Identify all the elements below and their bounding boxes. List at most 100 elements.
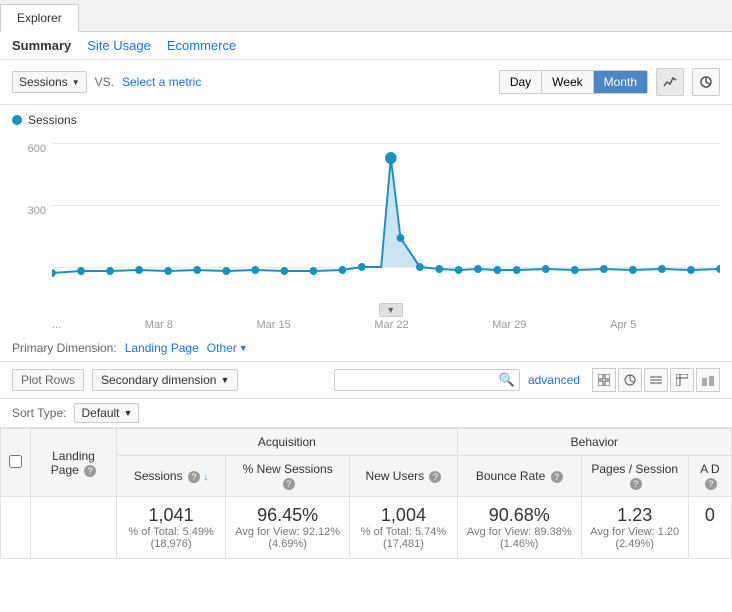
pie-chart-btn[interactable] — [692, 68, 720, 96]
sort-label: Sort Type: — [12, 406, 66, 420]
pie-view-btn[interactable] — [618, 368, 642, 392]
subtab-ecommerce[interactable]: Ecommerce — [167, 38, 236, 53]
chevron-down-icon: ▼ — [72, 78, 80, 87]
date-btn-group: Day Week Month — [499, 70, 648, 94]
totals-pages-session: 1.23 Avg for View: 1.20 (2.49%) — [581, 497, 688, 559]
day-btn[interactable]: Day — [500, 71, 542, 93]
toolbar: Sessions ▼ VS. Select a metric Day Week … — [0, 60, 732, 105]
totals-checkbox-cell — [1, 497, 31, 559]
chart-legend: Sessions — [12, 113, 720, 127]
advanced-link[interactable]: advanced — [528, 373, 580, 387]
comparison-view-btn[interactable] — [696, 368, 720, 392]
totals-label-cell — [31, 497, 117, 559]
other-dropdown[interactable]: Other ▼ — [207, 341, 248, 355]
search-box: 🔍 — [334, 369, 520, 391]
x-label-mar22: Mar 22 — [374, 319, 408, 331]
y-label-300: 300 — [28, 205, 46, 217]
th-acquisition: Acquisition — [116, 429, 457, 456]
week-btn[interactable]: Week — [542, 71, 593, 93]
list-view-btn[interactable] — [644, 368, 668, 392]
tab-explorer[interactable]: Explorer — [0, 4, 79, 32]
filter-bar: Plot Rows Secondary dimension ▼ 🔍 advanc… — [0, 362, 732, 399]
th-pages-session: Pages / Session ? — [581, 456, 688, 497]
x-label-mar8: Mar 8 — [145, 319, 173, 331]
y-label-600: 600 — [28, 143, 46, 155]
plot-rows-btn[interactable]: Plot Rows — [12, 369, 84, 391]
chart-date-dropdown[interactable]: ▼ — [379, 303, 403, 317]
x-label-apr5: Apr 5 — [610, 319, 636, 331]
th-pct-new-sessions: % New Sessions ? — [226, 456, 350, 497]
toolbar-right: Day Week Month — [499, 68, 720, 96]
secondary-dimension-btn[interactable]: Secondary dimension ▼ — [92, 369, 238, 391]
metric-dropdown[interactable]: Sessions ▼ — [12, 71, 87, 93]
help-icon-pct-new[interactable]: ? — [283, 478, 295, 490]
y-axis: 600 300 — [12, 133, 50, 303]
pct-new-total: 96.45% — [234, 505, 341, 526]
chart-section: Sessions 600 300 — [0, 105, 732, 335]
chevron-down-icon: ▼ — [239, 343, 248, 353]
totals-new-users: 1,004 % of Total: 5.74% (17,481) — [350, 497, 458, 559]
sessions-total: 1,041 — [125, 505, 217, 526]
pct-new-sub: Avg for View: 92.12% (4.69%) — [234, 526, 341, 550]
th-new-users: New Users ? — [350, 456, 458, 497]
line-chart-btn[interactable] — [656, 68, 684, 96]
help-icon-sessions[interactable]: ? — [188, 471, 200, 483]
x-label-0: ... — [52, 319, 61, 331]
help-icon[interactable]: ? — [84, 465, 96, 477]
pages-session-sub: Avg for View: 1.20 (2.49%) — [590, 526, 680, 550]
chart-area: 600 300 — [52, 133, 720, 303]
grid-icon — [598, 374, 610, 386]
sort-bar: Sort Type: Default ▼ — [0, 399, 732, 428]
sort-dropdown[interactable]: Default ▼ — [74, 403, 139, 423]
view-icons — [592, 368, 720, 392]
th-checkbox — [1, 429, 31, 497]
th-a-d: A D ? — [688, 456, 731, 497]
help-icon-new-users[interactable]: ? — [429, 471, 441, 483]
new-users-total: 1,004 — [358, 505, 449, 526]
comparison-icon — [702, 374, 714, 386]
th-behavior: Behavior — [457, 429, 731, 456]
month-btn[interactable]: Month — [594, 71, 647, 93]
bounce-rate-sub: Avg for View: 89.38% (1.46%) — [466, 526, 573, 550]
grid-view-btn[interactable] — [592, 368, 616, 392]
select-metric-link[interactable]: Select a metric — [122, 75, 201, 89]
help-icon-bounce[interactable]: ? — [551, 471, 563, 483]
dim-label: Primary Dimension: — [12, 341, 117, 355]
help-icon-pages[interactable]: ? — [630, 478, 642, 490]
pie-chart-icon — [699, 75, 713, 89]
x-label-mar29: Mar 29 — [492, 319, 526, 331]
line-chart-icon — [663, 75, 677, 89]
chevron-down-icon: ▼ — [124, 408, 133, 418]
search-input[interactable] — [339, 373, 499, 387]
search-icon[interactable]: 🔍 — [499, 372, 515, 388]
pivot-view-btn[interactable] — [670, 368, 694, 392]
totals-pct-new: 96.45% Avg for View: 92.12% (4.69%) — [226, 497, 350, 559]
totals-ad: 0 — [688, 497, 731, 559]
sort-value: Default — [81, 406, 119, 420]
subtab-summary[interactable]: Summary — [12, 38, 71, 53]
new-users-sub: % of Total: 5.74% (17,481) — [358, 526, 449, 550]
x-label-mar15: Mar 15 — [257, 319, 291, 331]
metric-label: Sessions — [19, 75, 68, 89]
th-bounce-rate: Bounce Rate ? — [457, 456, 581, 497]
th-sessions: Sessions ? ↓ — [116, 456, 225, 497]
help-icon-ad[interactable]: ? — [705, 478, 717, 490]
bounce-rate-total: 90.68% — [466, 505, 573, 526]
other-label: Other — [207, 341, 237, 355]
list-icon — [650, 374, 662, 386]
sessions-legend-dot — [12, 115, 22, 125]
chevron-down-icon: ▼ — [386, 305, 395, 315]
chart-svg — [52, 133, 720, 303]
select-all-checkbox[interactable] — [9, 455, 22, 468]
totals-bounce-rate: 90.68% Avg for View: 89.38% (1.46%) — [457, 497, 581, 559]
subtab-site-usage[interactable]: Site Usage — [87, 38, 151, 53]
chevron-down-icon: ▼ — [220, 375, 229, 385]
totals-sessions: 1,041 % of Total: 5.49% (18,976) — [116, 497, 225, 559]
pivot-icon — [676, 374, 688, 386]
vs-label: VS. — [95, 75, 114, 89]
sub-tabs: Summary Site Usage Ecommerce — [0, 32, 732, 60]
sessions-sub: % of Total: 5.49% (18,976) — [125, 526, 217, 550]
sessions-legend-label: Sessions — [28, 113, 77, 127]
pie-icon — [624, 374, 636, 386]
landing-page-link[interactable]: Landing Page — [125, 341, 199, 355]
